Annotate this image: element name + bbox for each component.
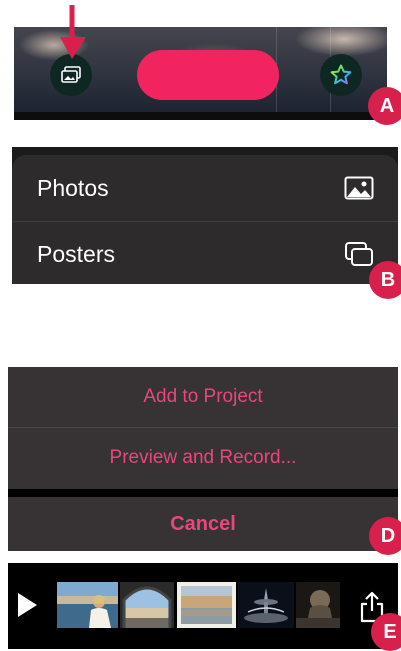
record-button[interactable] [137,50,279,100]
photo-icon [344,176,374,200]
import-menu-sheet: Photos Posters [12,155,398,284]
panel-e-playback-bar [8,563,398,649]
panel-badge-b: B [369,261,401,299]
thumbnail-building-reflection[interactable] [177,582,236,628]
menu-item-photos[interactable]: Photos [12,156,398,220]
menu-item-posters[interactable]: Posters [12,221,398,284]
panel-b-import-menu: Photos Posters [12,147,398,284]
thumbnail-arch-square[interactable] [120,582,174,628]
panel-badge-a: A [368,87,401,125]
photos-button[interactable] [50,54,92,96]
panel-badge-e: E [371,613,401,651]
panel-badge-d: D [369,517,401,555]
menu-item-photos-label: Photos [37,174,109,201]
posters-icon [345,242,373,266]
panel-d-action-sheet: Add to Project Preview and Record... Can… [8,367,398,551]
thumbnail-lion-statue[interactable] [296,582,340,628]
add-to-project-button[interactable]: Add to Project [8,367,398,427]
play-icon[interactable] [16,592,38,618]
thumbnail-woman-harbor[interactable] [57,582,118,628]
red-down-arrow-icon [60,5,86,59]
thumbnail-fountain-night[interactable] [238,582,294,628]
action-sheet-group: Add to Project Preview and Record... [8,367,398,489]
cancel-button[interactable]: Cancel [8,497,398,551]
photos-stack-icon [61,66,81,83]
preview-and-record-button[interactable]: Preview and Record... [8,428,398,488]
favorites-button[interactable] [320,54,362,96]
star-icon [330,64,352,85]
menu-item-posters-label: Posters [37,240,115,267]
